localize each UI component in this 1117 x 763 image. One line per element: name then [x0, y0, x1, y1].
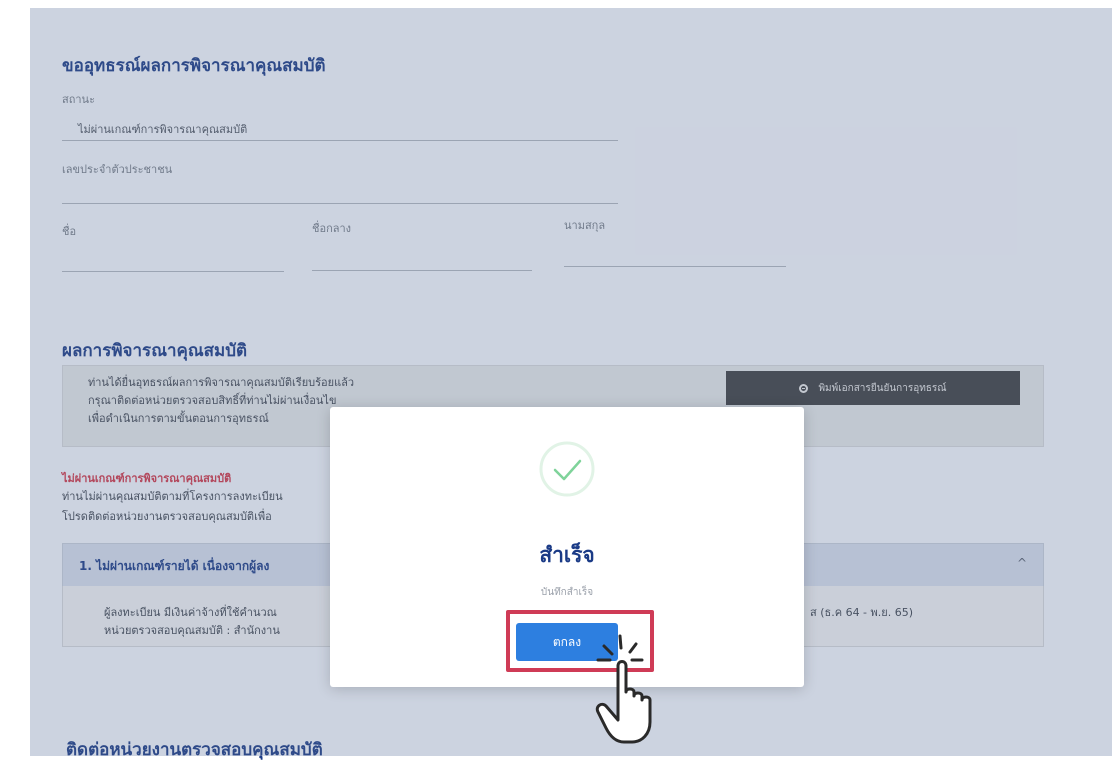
- check-circle-icon: [539, 441, 595, 497]
- success-modal: สำเร็จ บันทึกสำเร็จ ตกลง: [330, 407, 804, 687]
- modal-title: สำเร็จ: [539, 543, 595, 567]
- pointing-hand-icon: [595, 634, 652, 744]
- modal-subtitle: บันทึกสำเร็จ: [540, 587, 594, 598]
